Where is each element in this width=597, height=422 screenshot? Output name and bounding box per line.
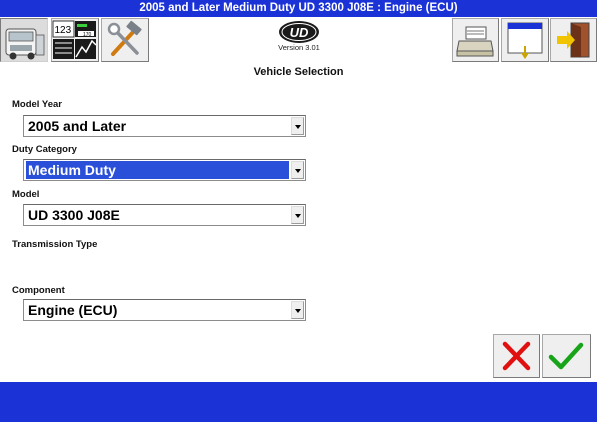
duty-category-value: Medium Duty xyxy=(26,161,289,179)
ok-button[interactable] xyxy=(542,334,591,378)
tools-button[interactable] xyxy=(101,18,149,62)
page-title: Vehicle Selection xyxy=(253,66,344,78)
model-year-label: Model Year xyxy=(12,99,62,110)
printer-icon xyxy=(456,26,494,57)
exit-door-icon xyxy=(557,22,590,58)
model-year-dropdown[interactable]: 2005 and Later xyxy=(23,115,306,137)
duty-category-chevron-down-icon[interactable] xyxy=(291,161,304,179)
green-check-icon xyxy=(548,342,584,370)
logo-text: UD xyxy=(290,25,309,40)
readout-bottom-text: 170 xyxy=(83,32,92,38)
readout-top-text: 123 xyxy=(55,25,72,36)
component-dropdown[interactable]: Engine (ECU) xyxy=(23,299,306,321)
component-chevron-down-icon[interactable] xyxy=(291,301,304,319)
model-label: Model xyxy=(12,189,40,200)
print-button[interactable] xyxy=(452,18,499,62)
cancel-button[interactable] xyxy=(493,334,540,378)
model-chevron-down-icon[interactable] xyxy=(291,206,304,224)
status-bar xyxy=(0,382,597,422)
data-list-button[interactable]: 123 170 xyxy=(51,18,99,62)
component-value: Engine (ECU) xyxy=(28,302,118,318)
window-down-icon xyxy=(507,22,543,59)
model-dropdown[interactable]: UD 3300 J08E xyxy=(23,204,306,226)
tools-icon xyxy=(107,20,142,56)
window-title: 2005 and Later Medium Duty UD 3300 J08E … xyxy=(0,0,597,17)
model-year-value: 2005 and Later xyxy=(28,118,127,134)
vehicle-selection-button[interactable] xyxy=(0,18,48,62)
model-value: UD 3300 J08E xyxy=(28,207,120,223)
window-down-button[interactable] xyxy=(501,18,549,62)
duty-category-dropdown[interactable]: Medium Duty xyxy=(23,159,306,181)
truck-icon xyxy=(5,28,45,60)
data-list-icon: 123 170 xyxy=(52,20,97,59)
component-label: Component xyxy=(12,285,65,296)
red-x-icon xyxy=(502,341,531,371)
model-year-chevron-down-icon[interactable] xyxy=(291,117,304,135)
version-label: Version 3.01 xyxy=(278,43,320,52)
exit-button[interactable] xyxy=(550,18,597,62)
transmission-type-label: Transmission Type xyxy=(12,239,98,250)
duty-category-label: Duty Category xyxy=(12,144,77,155)
